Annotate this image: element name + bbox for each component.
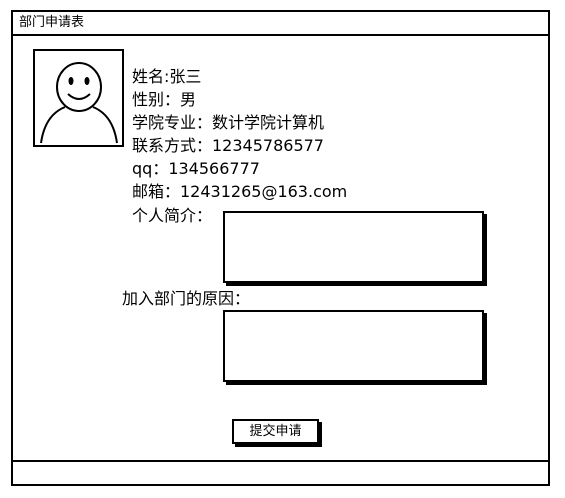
email-text: 邮箱：12431265@163.com xyxy=(132,182,348,201)
application-window: 部门申请表 姓名:张三 性别：男 学院专业：数计学院计算机 联系方式：12345… xyxy=(11,10,550,486)
status-bar xyxy=(13,460,548,484)
intro-label: 个人简介： xyxy=(132,206,213,225)
gender-text: 性别：男 xyxy=(132,90,197,109)
window-title: 部门申请表 xyxy=(19,15,85,30)
intro-textarea[interactable] xyxy=(223,211,484,283)
reason-textarea[interactable] xyxy=(223,310,484,382)
contact-text: 联系方式：12345786577 xyxy=(132,136,324,155)
college-major-text: 学院专业：数计学院计算机 xyxy=(132,113,325,132)
name-text: 姓名:张三 xyxy=(132,67,202,86)
avatar xyxy=(33,49,124,147)
submit-button[interactable]: 提交申请 xyxy=(232,419,319,444)
smiley-person-icon xyxy=(40,62,118,144)
title-bar: 部门申请表 xyxy=(13,12,548,36)
reason-label: 加入部门的原因： xyxy=(122,289,251,308)
qq-text: qq：134566777 xyxy=(132,159,260,178)
